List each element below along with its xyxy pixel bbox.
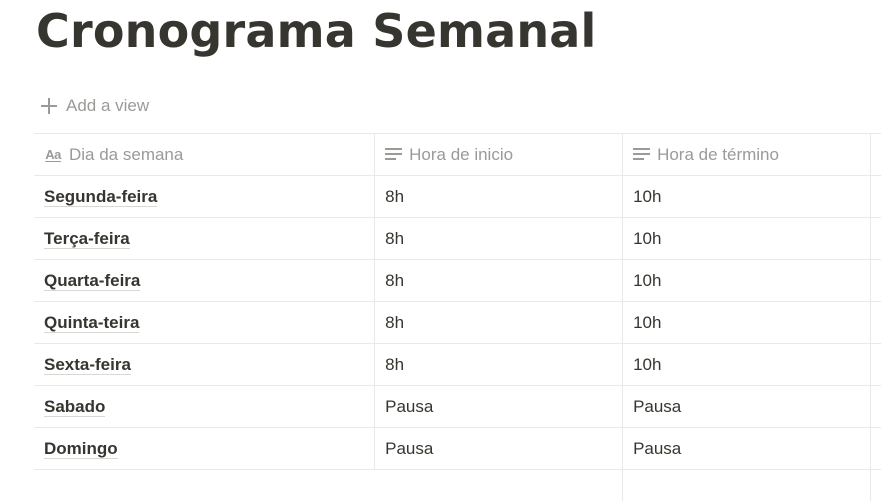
day-cell[interactable]: Sabado	[34, 386, 376, 427]
empty-cell[interactable]	[623, 470, 871, 501]
table-row: Sexta-feira 8h 10h	[34, 344, 881, 386]
column-header-hora-de-inicio[interactable]: Hora de inicio	[375, 134, 624, 175]
plus-icon	[40, 97, 58, 115]
add-view-button[interactable]: Add a view	[40, 94, 149, 118]
column-spacer	[871, 428, 881, 469]
column-spacer	[871, 470, 881, 501]
day-name[interactable]: Sabado	[44, 397, 106, 417]
start-time-cell[interactable]: Pausa	[375, 386, 624, 427]
schedule-table: Aa Dia da semana Hora de inicio Hora de …	[34, 133, 881, 501]
start-time-cell[interactable]: 8h	[375, 218, 624, 259]
day-cell[interactable]: Quarta-feira	[34, 260, 376, 301]
start-time-cell[interactable]: 8h	[375, 260, 624, 301]
empty-cell[interactable]	[375, 470, 624, 501]
day-name[interactable]: Sexta-feira	[44, 355, 131, 375]
day-name[interactable]: Segunda-feira	[44, 187, 158, 207]
add-view-label: Add a view	[66, 96, 150, 115]
column-header-label: Hora de término	[657, 144, 779, 164]
start-time-cell[interactable]: 8h	[375, 176, 624, 217]
table-row: Terça-feira 8h 10h	[34, 218, 881, 260]
table-header-row: Aa Dia da semana Hora de inicio Hora de …	[34, 134, 881, 176]
column-header-label: Hora de inicio	[409, 144, 514, 164]
end-time-cell[interactable]: 10h	[623, 344, 871, 385]
end-time-cell[interactable]: 10h	[623, 176, 871, 217]
column-spacer	[871, 386, 881, 427]
start-time-cell[interactable]: 8h	[375, 344, 624, 385]
empty-cell[interactable]	[34, 470, 375, 501]
day-cell[interactable]: Quinta-teira	[34, 302, 376, 343]
end-time-cell[interactable]: 10h	[623, 218, 871, 259]
column-spacer	[871, 176, 881, 217]
column-spacer	[871, 134, 881, 175]
column-header-dia-da-semana[interactable]: Aa Dia da semana	[34, 134, 376, 175]
end-time-cell[interactable]: Pausa	[623, 428, 871, 469]
end-time-cell[interactable]: 10h	[623, 260, 871, 301]
column-spacer	[871, 260, 881, 301]
end-time-cell[interactable]: 10h	[623, 302, 871, 343]
day-cell[interactable]: Terça-feira	[34, 218, 376, 259]
day-name[interactable]: Domingo	[44, 439, 118, 459]
table-row: Domingo Pausa Pausa	[34, 428, 881, 470]
table-row: Quinta-teira 8h 10h	[34, 302, 881, 344]
day-cell[interactable]: Segunda-feira	[34, 176, 376, 217]
day-name[interactable]: Quarta-feira	[44, 271, 141, 291]
column-spacer	[871, 218, 881, 259]
day-cell[interactable]: Sexta-feira	[34, 344, 376, 385]
text-aa-icon: Aa	[45, 147, 61, 162]
new-row-placeholder[interactable]	[34, 470, 881, 501]
table-row: Segunda-feira 8h 10h	[34, 176, 881, 218]
day-name[interactable]: Quinta-teira	[44, 313, 140, 333]
day-name[interactable]: Terça-feira	[44, 229, 130, 249]
text-lines-icon	[633, 148, 651, 161]
text-lines-icon	[385, 148, 403, 161]
column-header-hora-de-termino[interactable]: Hora de término	[623, 134, 871, 175]
start-time-cell[interactable]: Pausa	[375, 428, 624, 469]
start-time-cell[interactable]: 8h	[375, 302, 624, 343]
page: Cronograma Semanal Add a view Aa Dia da …	[0, 0, 881, 501]
table-row: Sabado Pausa Pausa	[34, 386, 881, 428]
day-cell[interactable]: Domingo	[34, 428, 376, 469]
column-spacer	[871, 344, 881, 385]
column-spacer	[871, 302, 881, 343]
page-title: Cronograma Semanal	[36, 4, 597, 58]
table-row: Quarta-feira 8h 10h	[34, 260, 881, 302]
end-time-cell[interactable]: Pausa	[623, 386, 871, 427]
column-header-label: Dia da semana	[69, 144, 184, 164]
